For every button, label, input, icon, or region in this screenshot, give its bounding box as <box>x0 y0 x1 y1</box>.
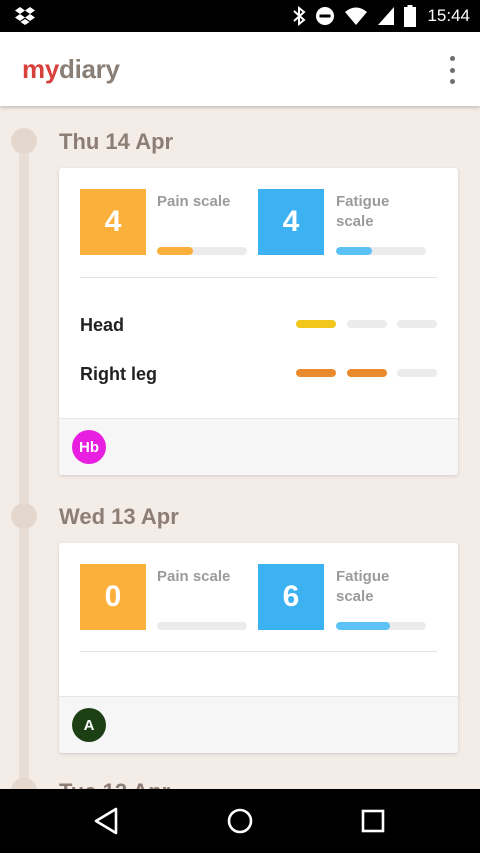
severity-segment <box>397 320 437 328</box>
fatigue-scale-label: Fatigue scale <box>336 568 390 605</box>
card-footer: A <box>59 696 458 753</box>
status-bar: 15:44 <box>0 0 480 32</box>
divider <box>80 651 437 652</box>
pain-scale-bar <box>157 247 247 255</box>
fatigue-scale-fill <box>336 247 372 255</box>
card-footer: Hb <box>59 418 458 475</box>
pain-scale-fill <box>157 247 193 255</box>
fatigue-score: 6 <box>258 564 324 630</box>
timeline-dot <box>11 503 37 529</box>
severity-segment <box>397 369 437 377</box>
entry-date-heading: Thu 14 Apr <box>59 129 174 154</box>
severity-segment <box>347 320 387 328</box>
do-not-disturb-icon <box>316 7 335 25</box>
timeline-line <box>19 130 29 810</box>
severity-segment <box>347 369 387 377</box>
severity-segment <box>296 320 336 328</box>
signal-icon <box>378 7 395 25</box>
pain-scale-bar <box>157 622 247 630</box>
dropbox-icon <box>15 7 35 25</box>
home-icon[interactable] <box>222 803 258 839</box>
app-logo: mydiary <box>22 54 120 85</box>
avatar[interactable]: Hb <box>72 430 106 464</box>
pain-scale-label: Pain scale <box>157 193 231 210</box>
pain-score: 0 <box>80 564 146 630</box>
severity-segment <box>296 369 336 377</box>
pain-scale-label: Pain scale <box>157 568 231 585</box>
wifi-icon <box>345 7 368 25</box>
logo-diary: diary <box>58 54 120 84</box>
timeline-dot <box>11 128 37 154</box>
diary-entry-card[interactable]: 4 Pain scale 4 Fatigue scale Head Right … <box>59 168 458 475</box>
pain-score: 4 <box>80 189 146 255</box>
entry-date-heading: Wed 13 Apr <box>59 504 179 529</box>
fatigue-scale-bar <box>336 622 426 630</box>
fatigue-score: 4 <box>258 189 324 255</box>
battery-icon <box>404 5 417 27</box>
symptom-name: Right leg <box>80 364 157 384</box>
fatigue-scale-fill <box>336 622 390 630</box>
back-icon[interactable] <box>88 803 124 839</box>
symptom-name: Head <box>80 315 125 335</box>
fatigue-scale-label: Fatigue scale <box>336 193 390 230</box>
avatar[interactable]: A <box>72 708 106 742</box>
fatigue-scale-bar <box>336 247 426 255</box>
divider <box>80 277 437 278</box>
recents-icon[interactable] <box>355 803 391 839</box>
overflow-menu-icon[interactable] <box>440 56 464 84</box>
logo-my: my <box>22 54 59 84</box>
bluetooth-icon <box>293 6 306 26</box>
app-bar: mydiary <box>0 32 480 106</box>
diary-entry-card[interactable]: 0 Pain scale 6 Fatigue scale A <box>59 543 458 753</box>
status-time: 15:44 <box>427 6 470 25</box>
navigation-bar <box>0 789 480 853</box>
